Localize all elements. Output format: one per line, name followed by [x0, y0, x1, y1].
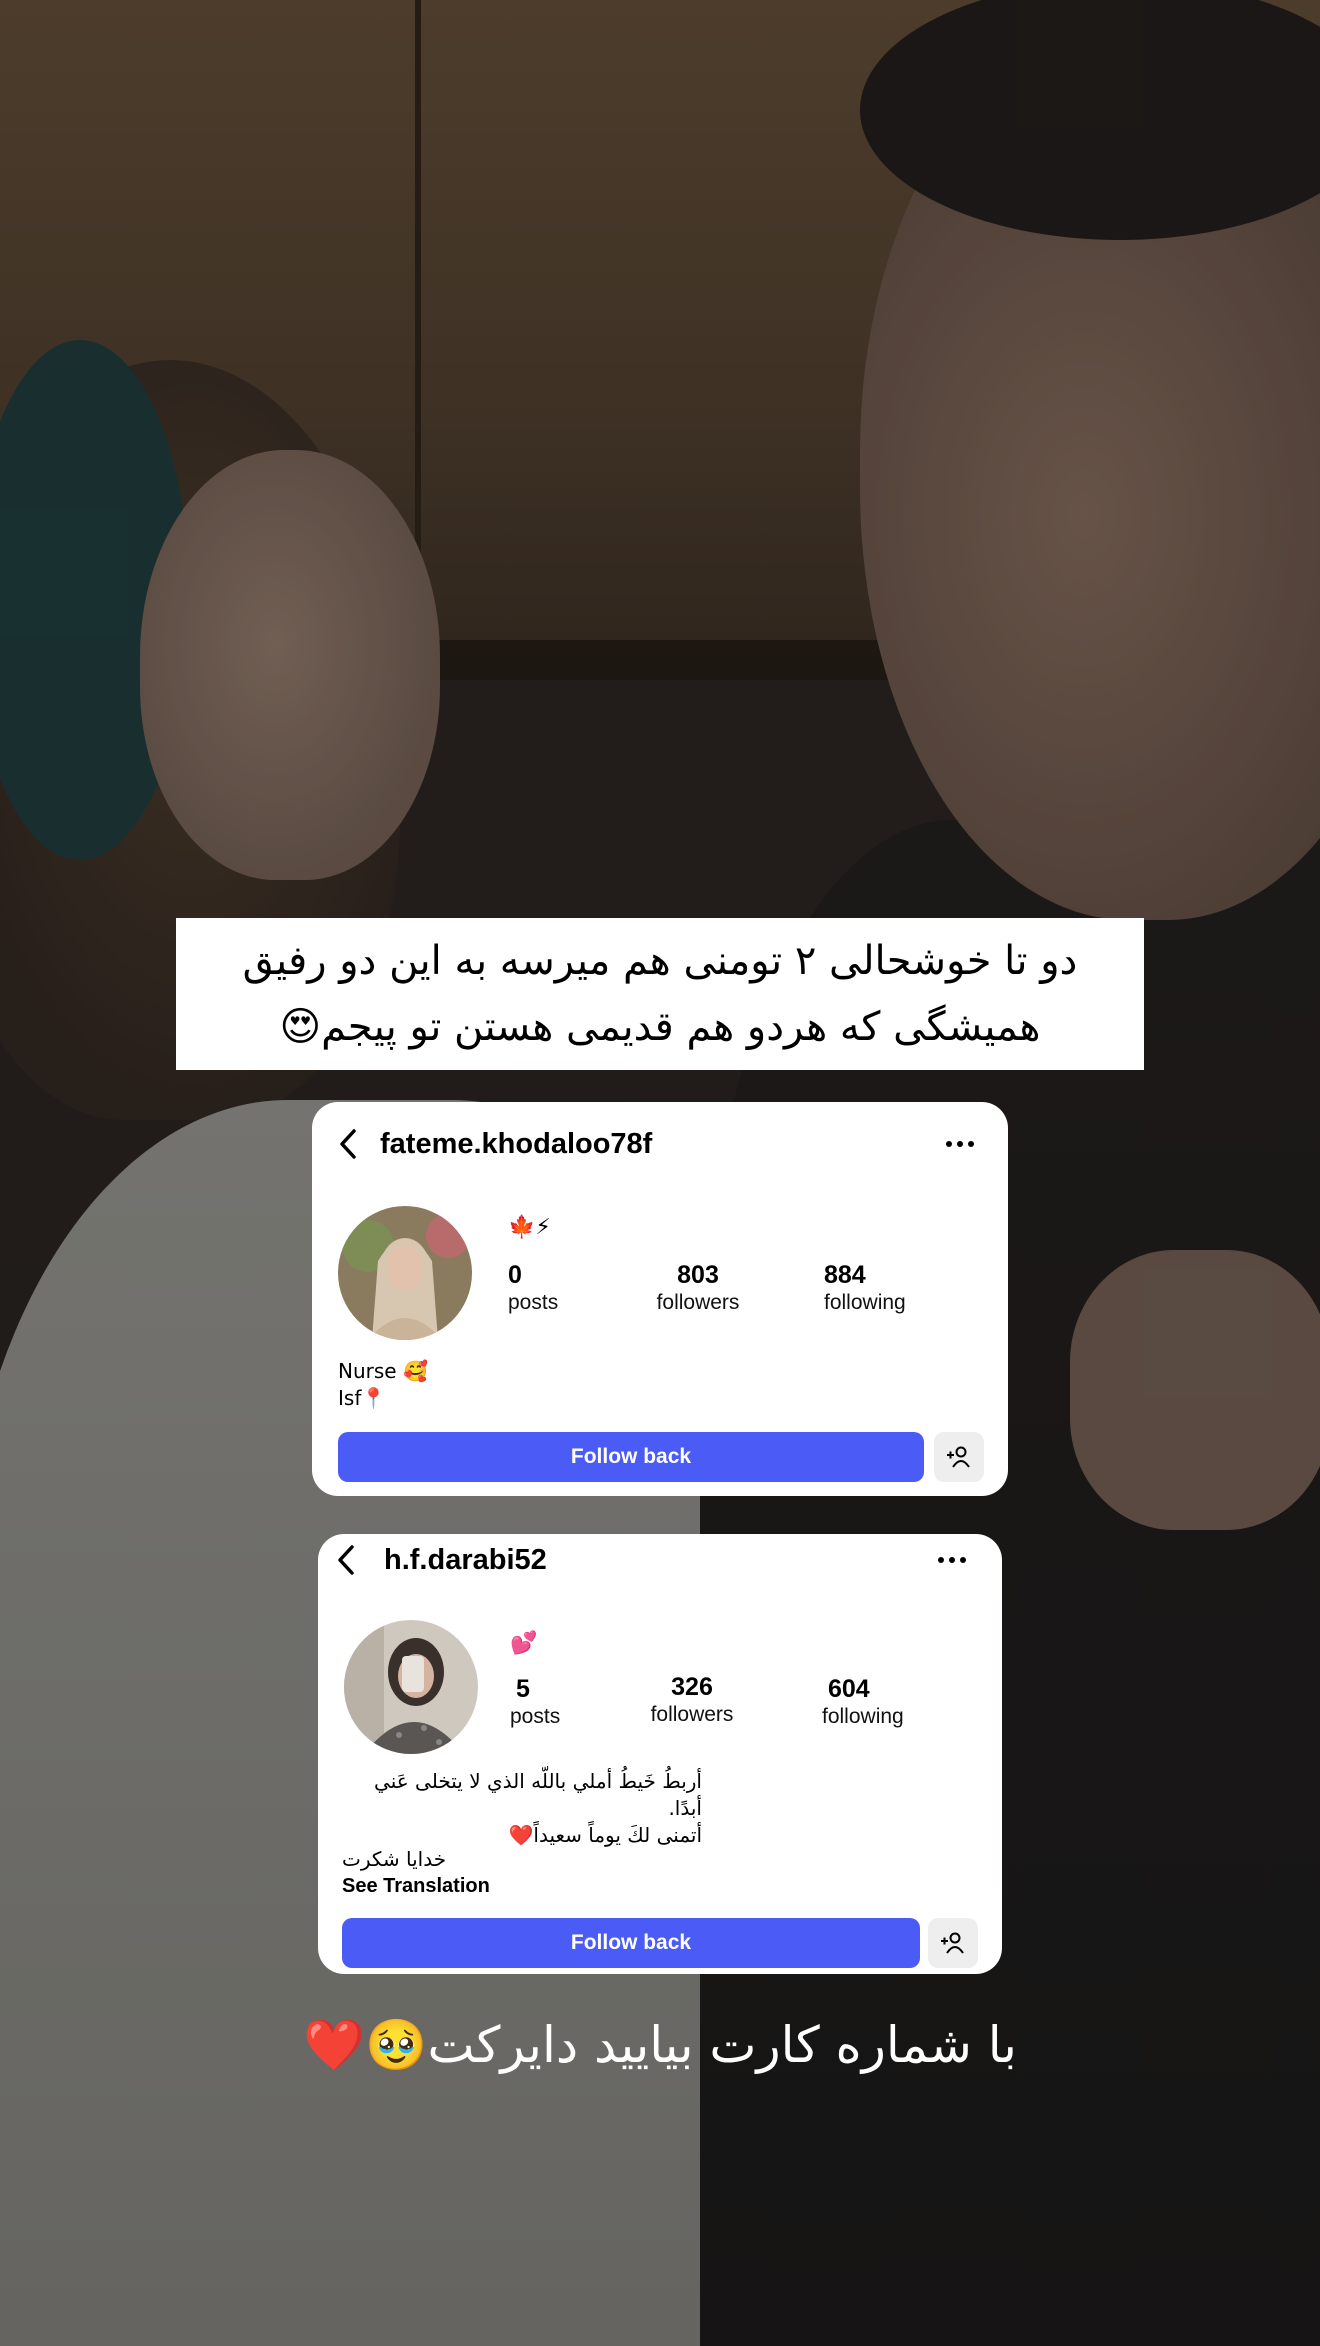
followers-label: followers [656, 1291, 740, 1314]
followers-count: 326 [671, 1673, 713, 1701]
avatar[interactable] [338, 1206, 472, 1340]
posts-label: posts [508, 1291, 559, 1314]
following-count: 884 [824, 1261, 866, 1289]
follow-back-button[interactable]: Follow back [338, 1432, 924, 1482]
more-options-icon[interactable] [932, 1542, 972, 1578]
profile-bio-extra: خدایا شکرت See Translation [342, 1846, 490, 1900]
profile-emojis: 🍁⚡ [508, 1215, 551, 1240]
back-arrow-icon[interactable] [328, 1542, 364, 1578]
following-stat[interactable]: 604 following [822, 1674, 904, 1730]
followers-label: followers [650, 1703, 734, 1726]
see-translation-link[interactable]: See Translation [342, 1873, 490, 1900]
profile-card-2: h.f.darabi52 💕 5 posts 326 followers 604… [318, 1534, 1002, 1974]
profile-username: h.f.darabi52 [384, 1544, 547, 1576]
posts-count: 5 [516, 1675, 530, 1703]
posts-stat[interactable]: 0 posts [508, 1260, 558, 1316]
top-caption: دو تا خوشحالی ۲ تومنی هم میرسه به این دو… [176, 918, 1144, 1070]
posts-label: posts [510, 1705, 561, 1728]
profile-header: fateme.khodaloo78f [312, 1102, 1008, 1182]
bio-line-3: خدایا شکرت [342, 1847, 447, 1871]
caption-line-1: دو تا خوشحالی ۲ تومنی هم میرسه به این دو… [242, 938, 1078, 984]
bio-line-1: أربطُ خَيطُ أملي باللّه الذي لا يتخلى عَ… [374, 1769, 702, 1820]
add-user-icon [947, 1446, 970, 1468]
suggest-user-button[interactable] [934, 1432, 984, 1482]
profile-emojis: 💕 [510, 1631, 538, 1656]
followers-stat[interactable]: 326 followers [642, 1672, 742, 1728]
following-stat[interactable]: 884 following [824, 1260, 906, 1316]
bio-line-1: Nurse 🥰 [338, 1359, 428, 1383]
suggest-user-button[interactable] [928, 1918, 978, 1968]
profile-username: fateme.khodaloo78f [380, 1128, 653, 1160]
followers-stat[interactable]: 803 followers [648, 1260, 748, 1316]
following-label: following [824, 1291, 906, 1314]
back-arrow-icon[interactable] [330, 1126, 366, 1162]
more-options-icon[interactable] [940, 1126, 980, 1162]
following-count: 604 [828, 1675, 870, 1703]
followers-count: 803 [677, 1261, 719, 1289]
caption-line-2: همیشگی که هردو هم قدیمی هستن تو پیجم😍 [279, 1004, 1041, 1050]
bottom-caption: با شماره کارت بیایید دایرکت🥹❤️ [303, 2016, 1017, 2074]
follow-back-button[interactable]: Follow back [342, 1918, 920, 1968]
profile-card-1: fateme.khodaloo78f 🍁⚡ 0 posts 803 follow… [312, 1102, 1008, 1496]
posts-count: 0 [508, 1261, 522, 1289]
profile-bio: أربطُ خَيطُ أملي باللّه الذي لا يتخلى عَ… [342, 1768, 702, 1849]
add-user-icon [941, 1932, 964, 1954]
profile-header: h.f.darabi52 [318, 1534, 1002, 1614]
following-label: following [822, 1705, 904, 1728]
profile-bio: Nurse 🥰 Isf📍 [338, 1358, 428, 1412]
bio-line-2: Isf📍 [338, 1386, 387, 1410]
posts-stat[interactable]: 5 posts [510, 1674, 560, 1730]
bio-line-2: أتمنى لكَ يوماً سعيداً❤️ [508, 1823, 702, 1847]
avatar[interactable] [344, 1620, 478, 1754]
